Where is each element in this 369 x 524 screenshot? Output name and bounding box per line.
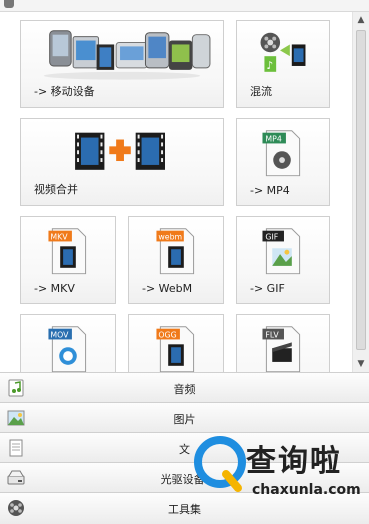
watermark-logo-icon <box>194 436 246 492</box>
tile-webm[interactable]: webm -> WebM <box>128 216 224 304</box>
scroll-up-icon[interactable]: ▲ <box>353 12 369 28</box>
category-label: 音频 <box>173 383 196 396</box>
category-picture[interactable]: 图片 <box>0 402 369 432</box>
conversion-tiles-panel: -> 移动设备 ♪ 混流 视频合并 MP4 -> MP4 MKV -> MKV … <box>0 12 352 372</box>
category-label: 工具集 <box>168 503 201 516</box>
vertical-scrollbar[interactable]: ▲ ▼ <box>352 12 369 372</box>
tile-mkv[interactable]: MKV -> MKV <box>20 216 116 304</box>
file-badge: MKV <box>50 232 68 241</box>
file-badge: MP4 <box>265 134 281 143</box>
tile-label: 混流 <box>250 85 272 98</box>
watermark-text: 查询啦 <box>246 444 342 479</box>
file-badge: OGG <box>158 330 176 339</box>
top-toolbar <box>0 0 369 12</box>
flv-file-icon: FLV <box>262 326 301 372</box>
watermark-url: chaxunla.com <box>252 482 361 498</box>
tile-label: -> GIF <box>250 282 285 295</box>
app-menu-icon[interactable] <box>4 0 14 8</box>
file-badge: GIF <box>265 232 278 241</box>
tile-mp4[interactable]: MP4 -> MP4 <box>236 118 330 206</box>
file-badge: webm <box>158 232 182 241</box>
file-badge: FLV <box>265 330 279 339</box>
svg-text:♪: ♪ <box>266 59 273 72</box>
category-label: 图片 <box>173 413 196 426</box>
tile-video-join[interactable]: 视频合并 <box>20 118 224 206</box>
tile-ogg[interactable]: OGG <box>128 314 224 372</box>
category-audio[interactable]: 音频 <box>0 372 369 402</box>
tile-gif[interactable]: GIF -> GIF <box>236 216 330 304</box>
scrollbar-thumb[interactable] <box>356 30 366 350</box>
tile-label: -> MP4 <box>250 184 290 197</box>
tile-label: -> MKV <box>34 282 75 295</box>
tile-flv[interactable]: FLV <box>236 314 330 372</box>
file-badge: MOV <box>50 330 69 339</box>
tile-mux[interactable]: ♪ 混流 <box>236 20 330 108</box>
mov-file-icon: MOV <box>48 326 87 372</box>
scroll-down-icon[interactable]: ▼ <box>353 356 369 372</box>
tile-mobile-devices[interactable]: -> 移动设备 <box>20 20 224 108</box>
tile-label: 视频合并 <box>34 183 78 196</box>
ogg-file-icon: OGG <box>156 326 195 372</box>
tile-label: -> 移动设备 <box>34 85 95 98</box>
tile-label: -> WebM <box>142 282 193 295</box>
watermark: 查询啦 chaxunla.com <box>192 434 364 502</box>
tile-mov[interactable]: MOV <box>20 314 116 372</box>
